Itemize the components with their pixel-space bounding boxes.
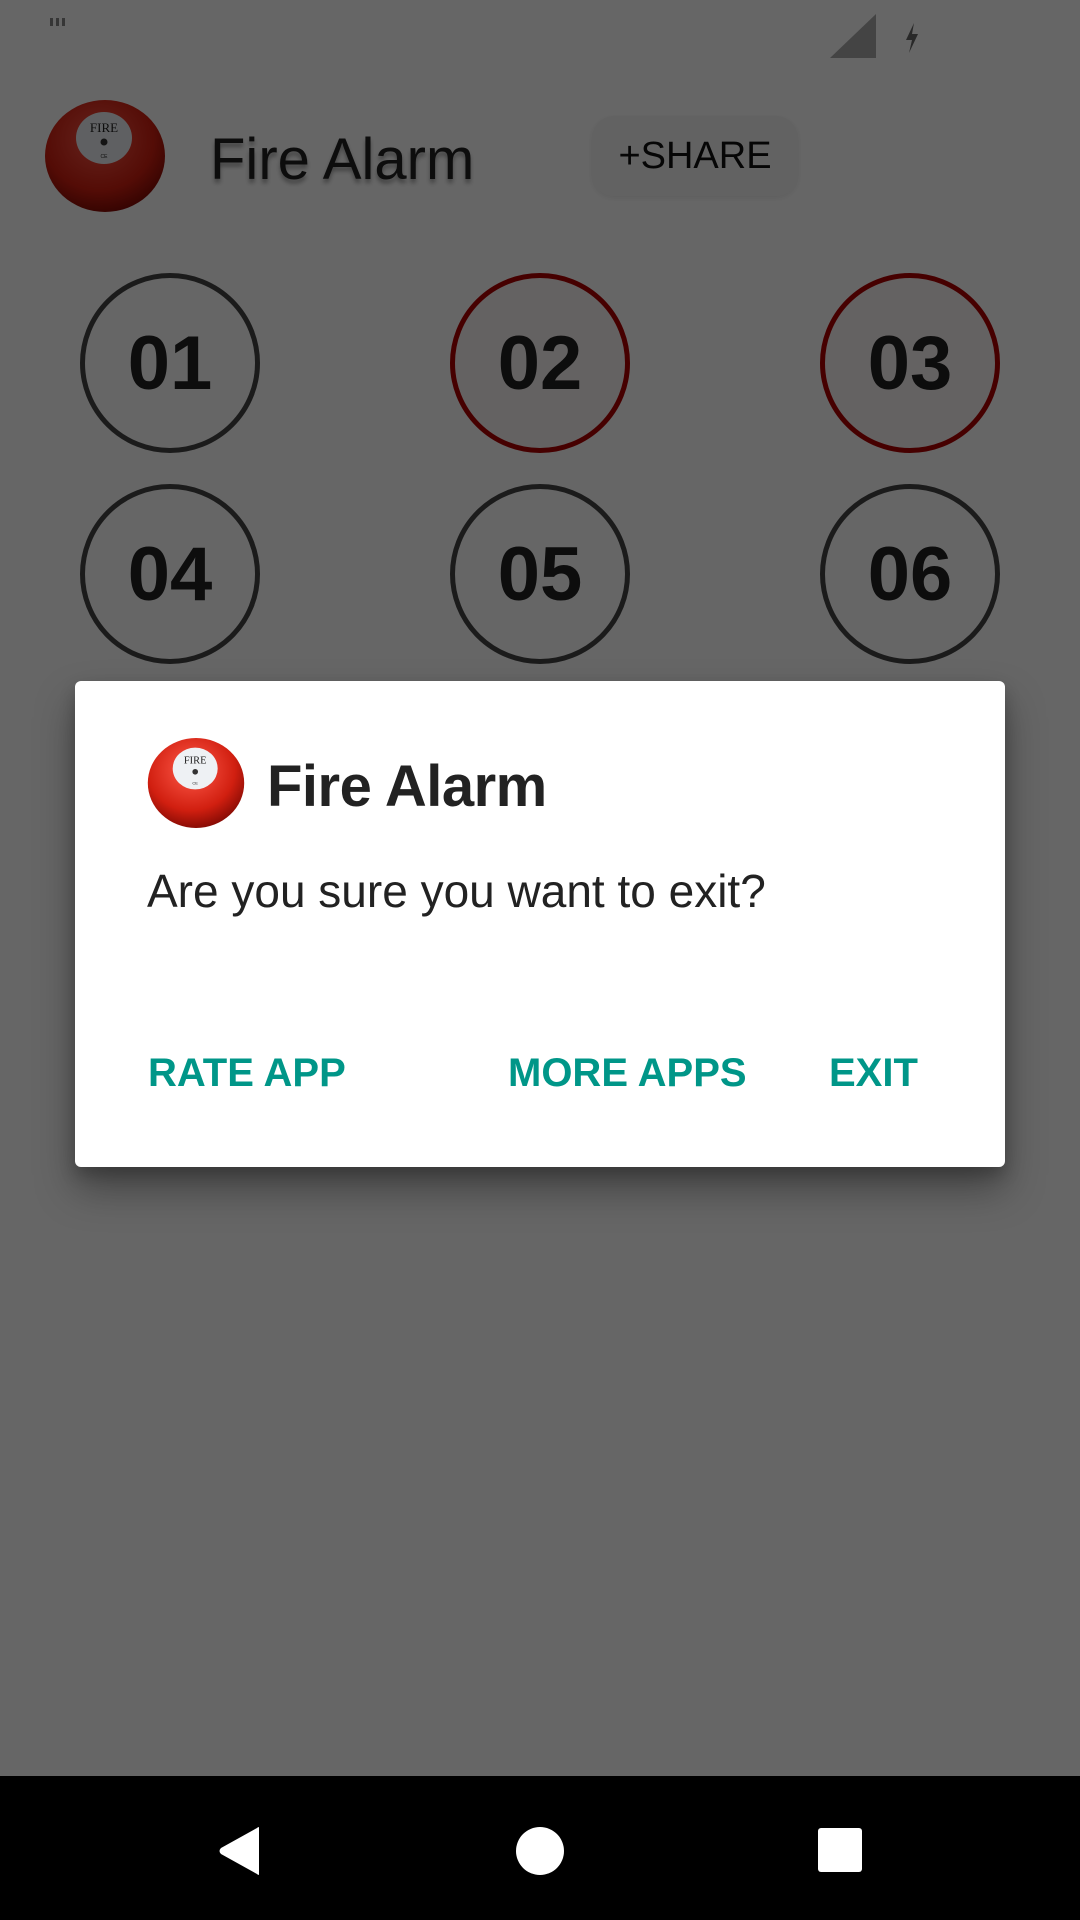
dialog-title: Fire Alarm — [267, 754, 547, 819]
exit-dialog: FIRE CE Fire Alarm Are you sure you want… — [75, 681, 1005, 1167]
fire-alarm-bell-icon: FIRE CE — [147, 738, 245, 828]
back-icon[interactable] — [215, 1826, 265, 1876]
exit-button[interactable]: EXIT — [829, 1051, 918, 1096]
more-apps-button[interactable]: MORE APPS — [508, 1051, 747, 1096]
home-icon[interactable] — [515, 1826, 565, 1876]
svg-text:CE: CE — [192, 781, 198, 786]
navigation-bar — [0, 1776, 1080, 1920]
rate-app-button[interactable]: RATE APP — [148, 1051, 346, 1096]
recents-icon[interactable] — [816, 1826, 864, 1874]
dialog-message: Are you sure you want to exit? — [147, 865, 766, 917]
svg-text:FIRE: FIRE — [184, 756, 207, 767]
